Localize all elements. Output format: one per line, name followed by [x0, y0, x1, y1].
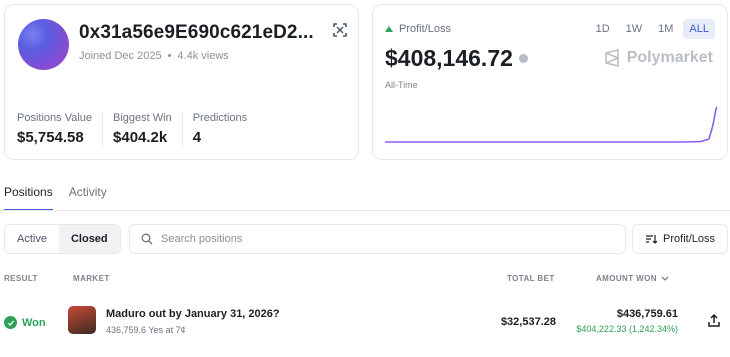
header-amount-won-label: AMOUNT WON — [596, 274, 657, 283]
tab-bar: Positions Activity — [4, 185, 107, 211]
polymarket-icon — [604, 49, 619, 67]
filter-active-button[interactable]: Active — [5, 225, 59, 253]
filter-closed-button[interactable]: Closed — [58, 225, 120, 253]
market-thumbnail — [68, 306, 96, 334]
stat-value: 4 — [192, 129, 202, 146]
pnl-sparkline — [385, 106, 718, 143]
up-arrow-icon — [385, 26, 393, 32]
stat-value: $404.2k — [113, 129, 168, 146]
stat-value: $5,754.58 — [17, 129, 84, 146]
pnl-label: Profit/Loss — [399, 23, 451, 35]
profile-card: 0x31a56e9E690c621eD2... Joined Dec 2025 •… — [4, 4, 359, 160]
amount-gain: $404,222.33 (1,242.34%) — [576, 324, 678, 334]
profile-name: 0x31a56e9E690c621eD2... — [79, 22, 314, 43]
stat-biggest-win: Biggest Win $404.2k — [113, 112, 183, 146]
pnl-card: Profit/Loss 1D 1W 1M ALL $408,146.72 Pol… — [372, 4, 728, 160]
search-icon — [141, 233, 153, 245]
tab-activity[interactable]: Activity — [69, 185, 107, 211]
sort-label: Profit/Loss — [663, 233, 715, 245]
expand-icon[interactable] — [332, 22, 348, 38]
header-result: RESULT — [4, 274, 38, 283]
view-count: 4.4k views — [177, 50, 229, 62]
polymarket-logo: Polymarket — [604, 49, 713, 67]
header-amount-won[interactable]: AMOUNT WON — [596, 274, 669, 283]
header-total-bet[interactable]: TOTAL BET — [507, 274, 555, 283]
stat-positions-value: Positions Value $5,754.58 — [17, 112, 104, 146]
brand-name: Polymarket — [626, 49, 713, 66]
result-badge: Won — [4, 316, 46, 329]
pnl-value-row: $408,146.72 — [385, 45, 528, 72]
search-input[interactable] — [161, 233, 601, 245]
stat-predictions: Predictions 4 — [193, 112, 257, 146]
table-row[interactable]: Won Maduro out by January 31, 2026? 436,… — [0, 298, 730, 346]
pnl-value: $408,146.72 — [385, 45, 513, 71]
tab-positions[interactable]: Positions — [4, 185, 53, 211]
range-tab-all[interactable]: ALL — [683, 19, 715, 39]
check-icon — [4, 316, 17, 329]
amount-won: $436,759.61 — [616, 308, 678, 320]
result-label: Won — [22, 316, 46, 329]
pnl-header: Profit/Loss — [385, 23, 451, 35]
market-subtitle: 436,759.6 Yes at 7¢ — [106, 325, 186, 335]
share-icon[interactable] — [706, 313, 722, 329]
sort-icon — [646, 235, 658, 244]
range-tabs: 1D 1W 1M ALL — [590, 19, 715, 39]
pnl-sparkline-path — [385, 106, 718, 143]
search-box — [129, 224, 626, 254]
tab-divider — [0, 210, 730, 211]
header-market: MARKET — [73, 274, 110, 283]
range-tab-1m[interactable]: 1M — [652, 19, 679, 39]
status-toggle: Active Closed — [4, 224, 121, 254]
chevron-down-icon — [661, 276, 669, 281]
info-icon[interactable] — [518, 54, 528, 63]
stat-label: Predictions — [192, 112, 248, 124]
stat-label: Biggest Win — [113, 112, 172, 124]
profile-stats: Positions Value $5,754.58 Biggest Win $4… — [17, 112, 267, 146]
stat-label: Positions Value — [17, 112, 93, 124]
range-tab-1d[interactable]: 1D — [590, 19, 616, 39]
avatar — [18, 19, 69, 70]
market-title[interactable]: Maduro out by January 31, 2026? — [106, 308, 280, 320]
period-label: All-Time — [385, 80, 418, 90]
joined-date: Joined Dec 2025 — [79, 50, 162, 62]
range-tab-1w[interactable]: 1W — [620, 19, 649, 39]
sort-button[interactable]: Profit/Loss — [632, 224, 728, 254]
profile-meta: Joined Dec 2025 • 4.4k views — [79, 50, 229, 62]
